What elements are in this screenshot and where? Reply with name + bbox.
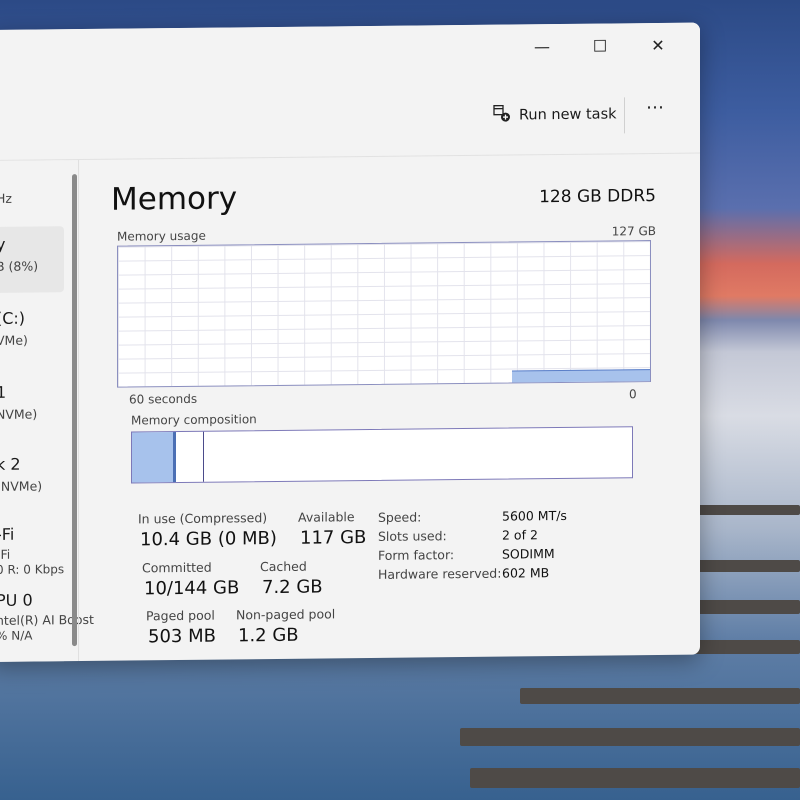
graph-axis-right: 0 [629,387,637,402]
sidebar-item-wifi[interactable]: -Fi -Fi 0 R: 0 Kbps [0,516,64,583]
sidebar-item-cpu[interactable]: Hz [0,166,64,233]
composition-modified [175,432,176,483]
sidebar-scrollbar[interactable] [72,174,77,647]
run-new-task-button[interactable]: Run new task [493,103,617,126]
memory-composition-label: Memory composition [131,412,257,428]
wallpaper-pier [460,728,800,746]
memory-usage-max: 127 GB [611,224,656,239]
available-label: Available [298,509,355,525]
nonpaged-pool-label: Non-paged pool [236,606,336,623]
run-new-task-label: Run new task [519,106,617,124]
sidebar-item-disk-0[interactable]: (C:) VMe) [0,300,64,367]
wallpaper-pier [520,688,800,704]
wallpaper-pier [470,768,800,788]
sidebar-item-title: PU 0 [0,590,33,610]
hardware-reserved-label: Hardware reserved: [378,565,502,582]
sidebar-item-subtitle: VMe) [0,332,28,348]
in-use-value: 10.4 GB (0 MB) [140,527,277,551]
slots-used-value: 2 of 2 [502,527,538,543]
sidebar-item-subtitle: (NVMe) [0,478,43,494]
sidebar-item-title: -Fi [0,524,15,544]
slots-used-label: Slots used: [378,528,447,544]
memory-usage-fill [512,369,650,383]
wallpaper-pier [690,505,800,515]
maximize-button[interactable]: ☐ [580,29,620,61]
toolbar-divider [624,97,625,134]
form-factor-label: Form factor: [378,547,455,563]
title-bar: — ☐ ✕ [0,22,700,89]
graph-axis-left: 60 seconds [129,391,198,407]
composition-in-use [132,432,175,483]
memory-panel: Memory 128 GB DDR5 Memory usage 127 GB 6… [79,154,700,662]
cached-label: Cached [260,558,307,575]
memory-spec: 128 GB DDR5 [539,186,656,208]
sidebar-item-title: y [0,234,6,254]
sidebar-item-subtitle: B (8%) [0,258,39,274]
sidebar-item-subtitle: 0 R: 0 Kbps [0,562,65,577]
sidebar-item-disk-1[interactable]: 1 NVMe) [0,374,64,441]
minimize-button[interactable]: — [522,30,562,62]
speed-value: 5600 MT/s [502,507,567,524]
in-use-label: In use (Compressed) [138,510,268,527]
sidebar-item-title: (C:) [0,308,26,328]
committed-value: 10/144 GB [144,577,240,600]
page-title: Memory [111,180,238,218]
close-button[interactable]: ✕ [638,29,678,61]
sidebar-item-subtitle: % N/A [0,628,33,643]
sidebar-item-memory[interactable]: y B (8%) [0,226,64,293]
hardware-reserved-value: 602 MB [502,565,550,581]
speed-label: Speed: [378,509,422,525]
sidebar-item-title: 1 [0,382,7,402]
toolbar: Run new task ⋯ [0,80,700,161]
sidebar-item-title: k 2 [0,454,21,474]
nonpaged-pool-value: 1.2 GB [238,624,299,647]
memory-usage-label: Memory usage [117,228,206,244]
cached-value: 7.2 GB [262,576,323,599]
sidebar-item-subtitle: NVMe) [0,406,38,422]
paged-pool-value: 503 MB [148,625,216,648]
sidebar-item-subtitle: -Fi [0,546,11,562]
memory-composition-bar [131,426,633,484]
sidebar-item-disk-2[interactable]: k 2 (NVMe) [0,446,64,513]
form-factor-value: SODIMM [502,546,555,562]
more-options-button[interactable]: ⋯ [646,97,666,118]
paged-pool-label: Paged pool [146,607,215,624]
available-value: 117 GB [300,527,367,549]
composition-standby [203,431,204,482]
memory-usage-graph [117,240,651,388]
committed-label: Committed [142,559,212,576]
task-manager-window: — ☐ ✕ Run new task ⋯ Hz y B (8%) (C:) VM… [0,22,700,662]
sidebar-item-subtitle: Hz [0,190,12,206]
run-new-task-icon [493,104,511,127]
performance-sidebar: Hz y B (8%) (C:) VMe) 1 NVMe) k 2 (NVMe)… [0,160,94,662]
sidebar-item-npu[interactable]: PU 0 ntel(R) AI Boost % N/A [0,582,94,649]
